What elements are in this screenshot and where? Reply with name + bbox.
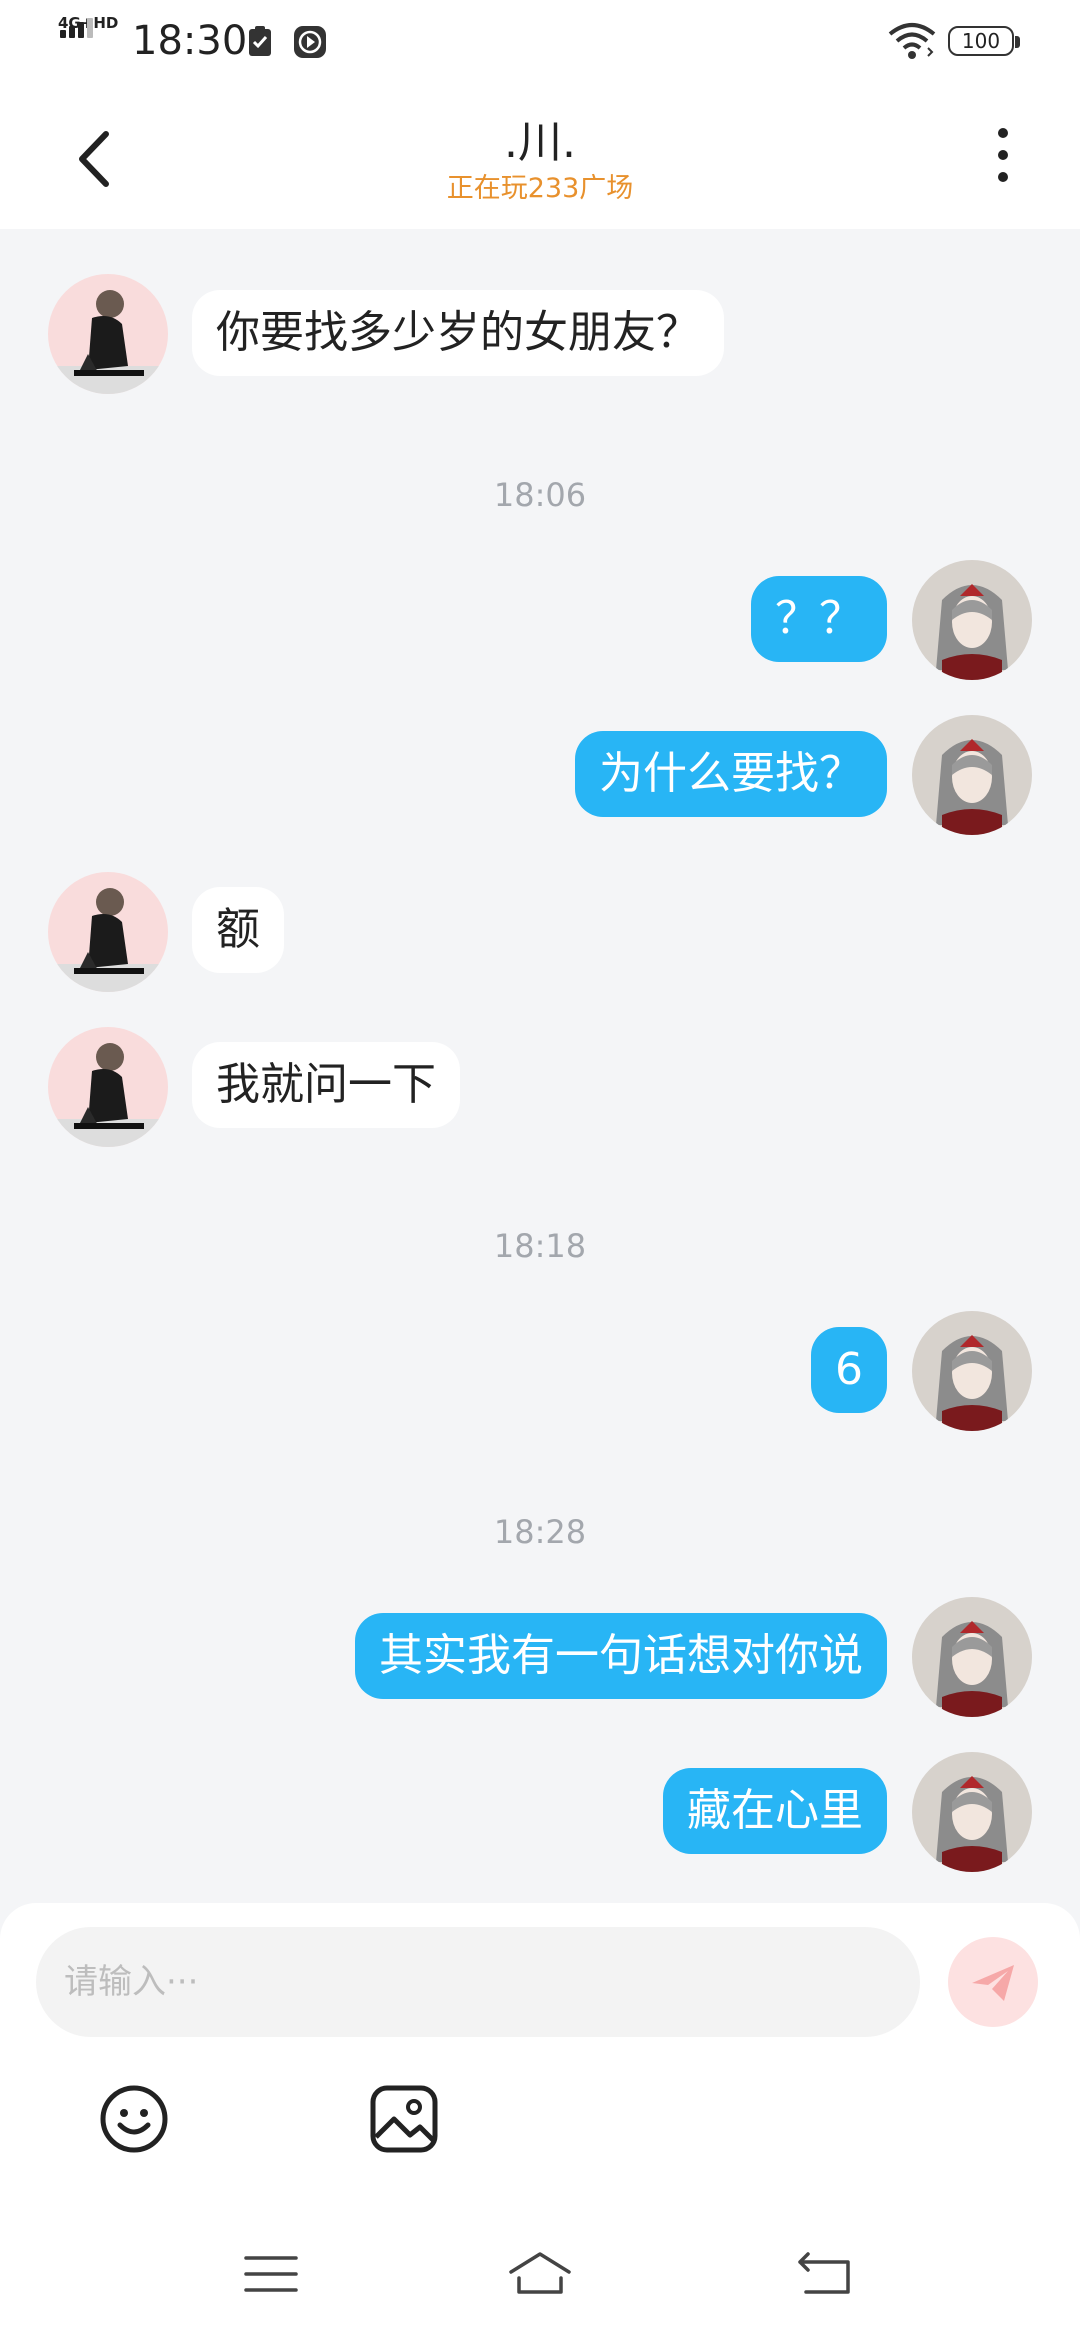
message-bubble[interactable]: 其实我有一句话想对你说 (355, 1613, 887, 1699)
message-list[interactable]: 你要找多少岁的女朋友？ 18:06 ？？ 为什么要找？ 额 我就问一下 18:1… (0, 229, 1080, 1909)
image-icon[interactable] (368, 2083, 440, 2155)
message-bubble[interactable]: 藏在心里 (663, 1768, 887, 1854)
battery-level: 100 (961, 29, 1001, 53)
message-bubble[interactable]: 额 (192, 887, 284, 973)
send-plane-icon (972, 1965, 1014, 2001)
timestamp: 18:18 (493, 1227, 587, 1265)
status-bar: 4G+HD 18:30 100 (0, 0, 1080, 84)
system-nav-bar (0, 2220, 1080, 2340)
avatar-me[interactable] (912, 715, 1032, 835)
contact-name: .川. (504, 117, 576, 168)
back-nav-icon[interactable] (790, 2244, 860, 2304)
avatar-other[interactable] (48, 1027, 168, 1147)
avatar-me[interactable] (912, 1752, 1032, 1872)
avatar-me[interactable] (912, 1597, 1032, 1717)
send-button[interactable] (948, 1937, 1038, 2027)
status-time: 18:30 (132, 18, 248, 64)
message-bubble[interactable]: 我就问一下 (192, 1042, 460, 1128)
message-bubble[interactable]: 6 (811, 1327, 887, 1413)
message-bubble[interactable]: 为什么要找？ (575, 731, 887, 817)
avatar-me[interactable] (912, 1311, 1032, 1431)
chat-header: .川. 正在玩233广场 (0, 84, 1080, 229)
menu-icon[interactable] (236, 2244, 306, 2304)
timestamp: 18:06 (493, 476, 587, 514)
message-bubble[interactable]: 你要找多少岁的女朋友？ (192, 290, 724, 376)
avatar-other[interactable] (48, 872, 168, 992)
play-app-icon (294, 26, 326, 58)
message-input[interactable]: 请输入··· (36, 1927, 920, 2037)
timestamp: 18:28 (493, 1513, 587, 1551)
contact-status[interactable]: 正在玩233广场 (0, 166, 1080, 205)
home-icon[interactable] (505, 2244, 575, 2304)
emoji-icon[interactable] (98, 2083, 170, 2155)
avatar-other[interactable] (48, 274, 168, 394)
wifi-icon (888, 23, 936, 59)
battery-icon: 100 (948, 26, 1022, 60)
clipboard-check-icon (249, 26, 271, 56)
input-placeholder: 请输入··· (64, 1962, 199, 2002)
avatar-me[interactable] (912, 560, 1032, 680)
message-bubble[interactable]: ？？ (751, 576, 887, 662)
more-vertical-icon[interactable] (998, 128, 1008, 188)
